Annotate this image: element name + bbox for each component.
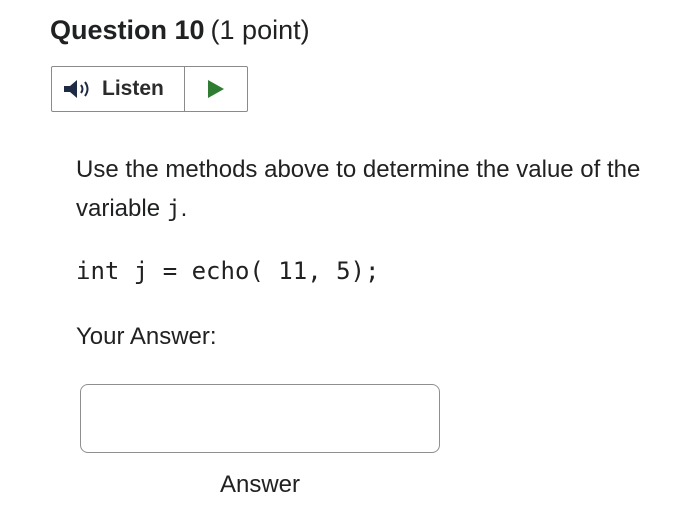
speaker-icon (62, 78, 92, 100)
listen-widget: Listen (51, 66, 248, 112)
prompt-text: Use the methods above to determine the v… (76, 156, 641, 222)
code-snippet: int j = echo( 11, 5); (76, 257, 380, 285)
listen-button[interactable]: Listen (52, 67, 185, 111)
prompt-period: . (180, 195, 188, 222)
play-icon (207, 79, 225, 99)
question-points: (1 point) (210, 15, 310, 45)
prompt-variable: j (166, 196, 181, 222)
question-header: Question 10 (1 point) (50, 12, 310, 48)
question-prompt: Use the methods above to determine the v… (76, 150, 676, 229)
play-button[interactable] (185, 67, 247, 111)
listen-label: Listen (102, 77, 164, 100)
question-title: Question 10 (50, 15, 205, 45)
answer-input[interactable] (80, 384, 440, 453)
answer-label: Your Answer: (76, 323, 217, 350)
answer-caption: Answer (219, 471, 301, 498)
